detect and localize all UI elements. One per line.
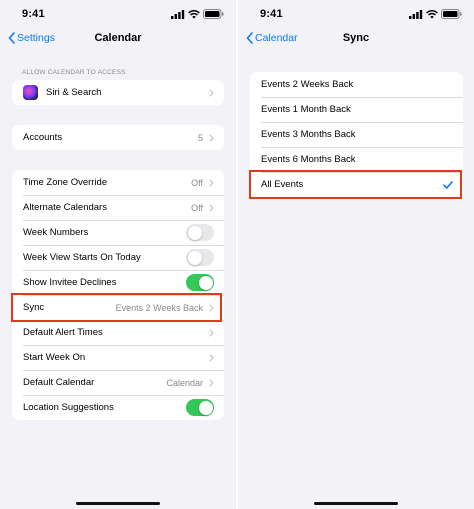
chevron-right-icon bbox=[209, 378, 214, 387]
option-label: Events 6 Months Back bbox=[261, 154, 356, 165]
page-title: Calendar bbox=[94, 32, 142, 44]
chevron-right-icon bbox=[209, 203, 214, 212]
location-suggestions-toggle[interactable] bbox=[186, 399, 214, 416]
location-suggestions-row: Location Suggestions bbox=[12, 395, 224, 420]
status-icons bbox=[171, 9, 224, 19]
navigation-bar: Settings Calendar bbox=[0, 28, 236, 52]
sync-option-2-weeks[interactable]: Events 2 Weeks Back bbox=[250, 72, 463, 97]
toggle-knob bbox=[187, 250, 202, 265]
accounts-row[interactable]: Accounts 5 bbox=[12, 125, 224, 150]
status-bar: 9:41 bbox=[0, 0, 236, 28]
row-label: Show Invitee Declines bbox=[23, 277, 117, 288]
all-events-highlight bbox=[249, 170, 462, 199]
siri-search-row[interactable]: Siri & Search bbox=[12, 80, 224, 105]
battery-icon bbox=[441, 9, 462, 19]
row-value: Off bbox=[191, 177, 203, 188]
accounts-count: 5 bbox=[197, 132, 203, 143]
sync-screen: 9:41 Calendar Sync Events 2 Weeks Back E… bbox=[238, 0, 474, 509]
accounts-label: Accounts bbox=[23, 132, 63, 143]
chevron-right-icon bbox=[209, 133, 214, 142]
battery-icon bbox=[203, 9, 224, 19]
default-alert-times-row[interactable]: Default Alert Times bbox=[12, 320, 224, 345]
show-invitee-declines-toggle[interactable] bbox=[186, 274, 214, 291]
show-invitee-declines-row: Show Invitee Declines bbox=[12, 270, 224, 295]
default-calendar-row[interactable]: Default Calendar Calendar bbox=[12, 370, 224, 395]
week-view-starts-today-toggle[interactable] bbox=[186, 249, 214, 266]
sync-option-3-months[interactable]: Events 3 Months Back bbox=[250, 122, 463, 147]
week-numbers-row: Week Numbers bbox=[12, 220, 224, 245]
page-title: Sync bbox=[342, 32, 370, 44]
row-label: Start Week On bbox=[23, 352, 86, 363]
sync-row-highlight bbox=[11, 293, 222, 322]
wifi-icon bbox=[426, 9, 438, 19]
toggle-knob bbox=[187, 225, 202, 240]
status-time: 9:41 bbox=[260, 8, 283, 20]
row-label: Default Calendar bbox=[23, 377, 95, 388]
week-numbers-toggle[interactable] bbox=[186, 224, 214, 241]
cellular-signal-icon bbox=[171, 9, 185, 19]
status-bar: 9:41 bbox=[238, 0, 474, 28]
alternate-calendars-row[interactable]: Alternate Calendars Off bbox=[12, 195, 224, 220]
row-label: Time Zone Override bbox=[23, 177, 108, 188]
status-time: 9:41 bbox=[22, 8, 45, 20]
accounts-group: Accounts 5 bbox=[12, 125, 224, 150]
siri-search-label: Siri & Search bbox=[46, 87, 102, 98]
row-value: Off bbox=[191, 202, 203, 213]
row-label: Alternate Calendars bbox=[23, 202, 107, 213]
toggle-knob bbox=[198, 400, 213, 415]
navigation-bar: Calendar Sync bbox=[238, 28, 474, 52]
week-view-starts-today-row: Week View Starts On Today bbox=[12, 245, 224, 270]
chevron-right-icon bbox=[209, 88, 214, 97]
option-label: Events 3 Months Back bbox=[261, 129, 356, 140]
option-label: Events 2 Weeks Back bbox=[261, 79, 354, 90]
row-label: Week Numbers bbox=[23, 227, 89, 238]
option-label: Events 1 Month Back bbox=[261, 104, 351, 115]
cellular-signal-icon bbox=[409, 9, 423, 19]
wifi-icon bbox=[188, 9, 200, 19]
time-zone-override-row[interactable]: Time Zone Override Off bbox=[12, 170, 224, 195]
chevron-right-icon bbox=[209, 178, 214, 187]
chevron-right-icon bbox=[209, 353, 214, 362]
row-label: Week View Starts On Today bbox=[23, 252, 141, 263]
toggle-knob bbox=[198, 275, 213, 290]
siri-icon bbox=[23, 85, 38, 100]
status-icons bbox=[409, 9, 462, 19]
sync-option-1-month[interactable]: Events 1 Month Back bbox=[250, 97, 463, 122]
sync-option-6-months[interactable]: Events 6 Months Back bbox=[250, 147, 463, 172]
row-label: Default Alert Times bbox=[23, 327, 103, 338]
section-header-access: ALLOW CALENDAR TO ACCESS bbox=[22, 69, 126, 76]
row-label: Location Suggestions bbox=[23, 402, 114, 413]
chevron-right-icon bbox=[209, 328, 214, 337]
home-indicator bbox=[314, 501, 398, 505]
start-week-on-row[interactable]: Start Week On bbox=[12, 345, 224, 370]
access-group: Siri & Search bbox=[12, 80, 224, 105]
calendar-settings-screen: 9:41 Settings Calendar ALLOW CALENDAR TO… bbox=[0, 0, 236, 509]
row-value: Calendar bbox=[166, 377, 203, 388]
home-indicator bbox=[76, 501, 160, 505]
